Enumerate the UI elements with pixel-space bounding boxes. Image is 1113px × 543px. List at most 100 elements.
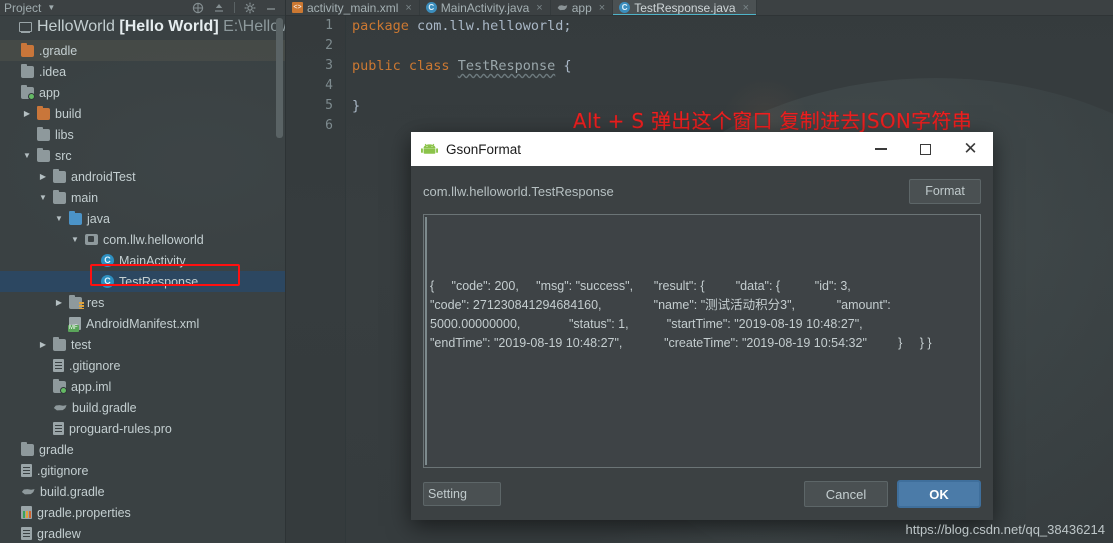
project-panel-title: Project <box>4 0 42 15</box>
tree-item-mainactivity[interactable]: ▶ MainActivity <box>0 250 285 271</box>
project-root-icon <box>19 21 32 33</box>
chevron-down-icon[interactable]: ▼ <box>54 214 64 223</box>
tree-item-gradle.properties[interactable]: ▶ gradle.properties <box>0 502 285 523</box>
package-icon <box>85 234 98 245</box>
folder-orange-icon <box>37 105 50 120</box>
gear-icon[interactable] <box>244 2 256 14</box>
root-arrow: ▼ <box>4 23 14 32</box>
tree-spacer: ▶ <box>6 508 16 517</box>
java-class-icon <box>619 2 631 13</box>
chevron-right-icon[interactable]: ▶ <box>54 298 64 307</box>
tree-item-build.gradle[interactable]: ▶ build.gradle <box>0 481 285 502</box>
close-icon[interactable]: × <box>405 2 411 14</box>
folder-module-icon <box>21 84 35 100</box>
chevron-right-icon[interactable]: ▶ <box>38 340 48 349</box>
close-icon[interactable]: × <box>599 2 605 14</box>
tree-item-build.gradle[interactable]: ▶ build.gradle <box>0 397 285 418</box>
editor-tab-mainactivity-java[interactable]: MainActivity.java × <box>420 0 551 15</box>
tree-item-libs[interactable]: ▶ libs <box>0 124 285 145</box>
tree-item-label: MainActivity <box>119 253 186 268</box>
dialog-title: GsonFormat <box>446 141 522 157</box>
editor-tab-strip: activity_main.xml × MainActivity.java × app ×… <box>286 0 1113 16</box>
folder-icon <box>53 336 66 351</box>
tree-item-main[interactable]: ▼ main <box>0 187 285 208</box>
tree-item-label: .gitignore <box>69 358 121 373</box>
editor-tab-activity-main-xml[interactable]: activity_main.xml × <box>286 0 420 15</box>
tree-item-app[interactable]: ▶ app <box>0 82 285 103</box>
keyword-class: class <box>408 58 450 74</box>
tree-spacer: ▶ <box>6 67 16 76</box>
editor-tab-testresponse-java[interactable]: TestResponse.java × <box>613 0 758 15</box>
ok-button[interactable]: OK <box>897 480 981 508</box>
dialog-minimize-button[interactable] <box>858 132 903 166</box>
cancel-button[interactable]: Cancel <box>804 481 888 507</box>
code-line-1: package com.llw.helloworld; <box>352 16 1113 36</box>
tree-spacer: ▶ <box>6 466 16 475</box>
chevron-right-icon[interactable]: ▶ <box>38 172 48 181</box>
tree-item-src[interactable]: ▼ src <box>0 145 285 166</box>
collapse-all-icon[interactable] <box>213 2 225 14</box>
close-icon[interactable]: × <box>743 2 749 14</box>
format-button[interactable]: Format <box>909 178 981 204</box>
chevron-down-icon[interactable]: ▼ <box>38 193 48 202</box>
tree-item-label: test <box>71 337 92 352</box>
annotation-text: Alt + S 弹出这个窗口 复制进去JSON字符串 <box>573 109 973 133</box>
editor-line-number-gutter: 1 2 3 4 5 6 <box>286 16 346 543</box>
tree-item-java[interactable]: ▼ java <box>0 208 285 229</box>
tree-item-androidtest[interactable]: ▶ androidTest <box>0 166 285 187</box>
tree-item-gradle[interactable]: ▶ gradle <box>0 439 285 460</box>
toolbar-divider <box>234 2 235 13</box>
chevron-down-icon[interactable]: ▼ <box>22 151 32 160</box>
tree-item-com.llw.helloworld[interactable]: ▼ com.llw.helloworld <box>0 229 285 250</box>
tab-label: activity_main.xml <box>307 0 399 15</box>
watermark: https://blog.csdn.net/qq_38436214 <box>905 522 1106 537</box>
root-name: HelloWorld <box>37 18 115 35</box>
tree-item-.gradle[interactable]: ▶ .gradle <box>0 40 285 61</box>
chevron-down-icon[interactable]: ▼ <box>70 235 80 244</box>
project-panel: Project ▼ ▼ Hell <box>0 0 286 543</box>
dialog-maximize-button[interactable] <box>903 132 948 166</box>
json-line: "code": 271230841294684160, "name": "测试活… <box>430 298 891 312</box>
target-icon[interactable] <box>192 2 204 14</box>
tree-item-testresponse[interactable]: ▶ TestResponse <box>0 271 285 292</box>
tree-item-proguard-rules.pro[interactable]: ▶ proguard-rules.pro <box>0 418 285 439</box>
chevron-right-icon[interactable]: ▶ <box>22 109 32 118</box>
project-root-row[interactable]: ▼ HelloWorld [Hello World] E:\HelloWorld <box>0 16 285 38</box>
folder-orange-icon <box>21 42 34 57</box>
minimize-icon[interactable] <box>265 2 277 14</box>
close-icon[interactable]: × <box>536 2 542 14</box>
tree-spacer: ▶ <box>6 487 16 496</box>
tree-item-label: java <box>87 211 110 226</box>
tree-item-.gitignore[interactable]: ▶ .gitignore <box>0 460 285 481</box>
folder-icon <box>21 441 34 456</box>
tree-item-.idea[interactable]: ▶ .idea <box>0 61 285 82</box>
editor-tab-app[interactable]: app × <box>551 0 614 15</box>
chevron-down-icon[interactable]: ▼ <box>47 3 55 12</box>
file-icon <box>53 359 64 372</box>
tree-item-app.iml[interactable]: ▶ app.iml <box>0 376 285 397</box>
folder-icon <box>37 147 50 162</box>
setting-button[interactable]: Setting <box>423 482 501 506</box>
tree-item-res[interactable]: ▶ res <box>0 292 285 313</box>
gradle-file-icon <box>21 489 35 495</box>
tree-spacer: ▶ <box>22 130 32 139</box>
tree-item-gradlew[interactable]: ▶ gradlew <box>0 523 285 543</box>
ide-window: activity_main.xml × MainActivity.java × app ×… <box>0 0 1113 543</box>
close-brace: } <box>352 98 361 114</box>
project-panel-scrollbar[interactable] <box>276 18 283 138</box>
tree-spacer: ▶ <box>38 403 48 412</box>
tree-item-build[interactable]: ▶ build <box>0 103 285 124</box>
dialog-close-button[interactable]: ✕ <box>948 132 993 166</box>
json-input-textarea[interactable]: { "code": 200, "msg": "success", "result… <box>423 214 981 468</box>
line-number: 2 <box>325 38 333 53</box>
folder-module-icon <box>53 378 67 394</box>
tree-item-test[interactable]: ▶ test <box>0 334 285 355</box>
tree-item-label: proguard-rules.pro <box>69 421 172 436</box>
folder-icon <box>53 168 66 183</box>
tree-item-.gitignore[interactable]: ▶ .gitignore <box>0 355 285 376</box>
tree-item-androidmanifest.xml[interactable]: ▶ AndroidManifest.xml <box>0 313 285 334</box>
dialog-title-bar[interactable]: GsonFormat ✕ <box>411 132 993 166</box>
